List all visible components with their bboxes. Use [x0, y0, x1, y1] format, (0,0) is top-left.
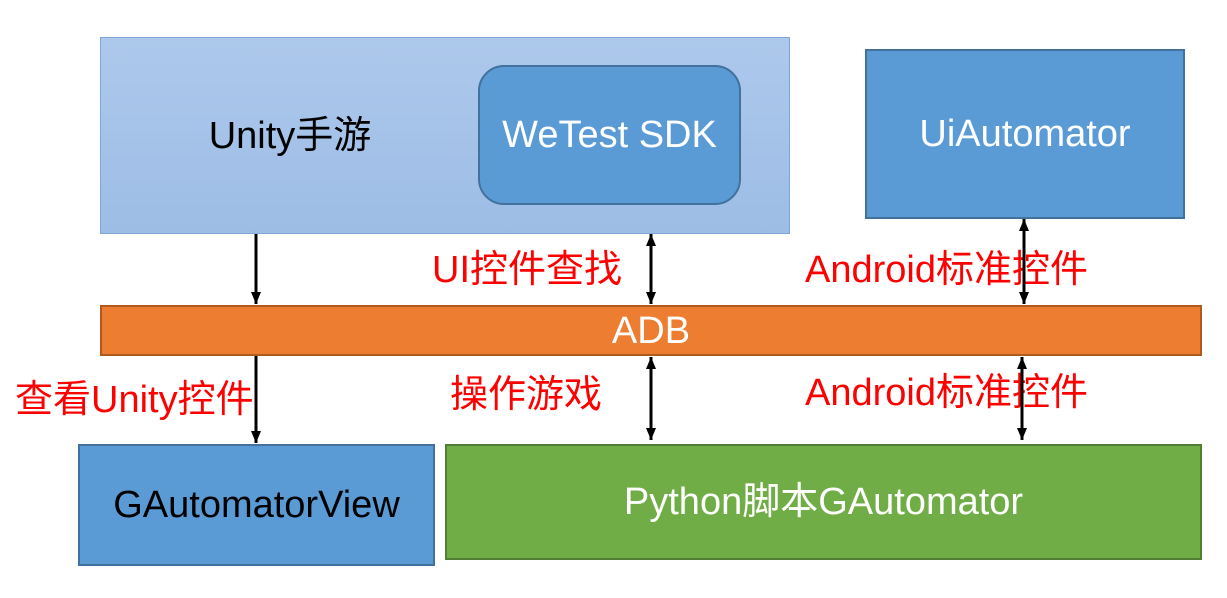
uiautomator-label: UiAutomator: [919, 113, 1131, 155]
operate-game-label: 操作游戏: [450, 374, 603, 416]
python-gautomator-label: Python脚本GAutomator: [623, 481, 1024, 523]
android-standard-controls-bottom-label: Android标准控件: [805, 372, 1088, 414]
android-standard-controls-top-label: Android标准控件: [805, 249, 1088, 291]
uiautomator-box: UiAutomator: [865, 49, 1185, 219]
python-gautomator-box: Python脚本GAutomator: [445, 444, 1202, 560]
wetest-sdk-box: WeTest SDK: [478, 65, 741, 205]
gautomator-view-box: GAutomatorView: [78, 444, 435, 566]
architecture-diagram: Unity手游 WeTest SDK UiAutomator ADB GAuto…: [0, 0, 1227, 598]
view-unity-controls-label: 查看Unity控件: [15, 379, 254, 421]
ui-control-find-label: UI控件查找: [432, 249, 623, 291]
gautomator-view-label: GAutomatorView: [113, 484, 400, 526]
unity-game-label: Unity手游: [208, 114, 372, 157]
adb-bar: ADB: [100, 305, 1202, 356]
wetest-sdk-label: WeTest SDK: [502, 114, 717, 156]
adb-label: ADB: [611, 309, 691, 352]
